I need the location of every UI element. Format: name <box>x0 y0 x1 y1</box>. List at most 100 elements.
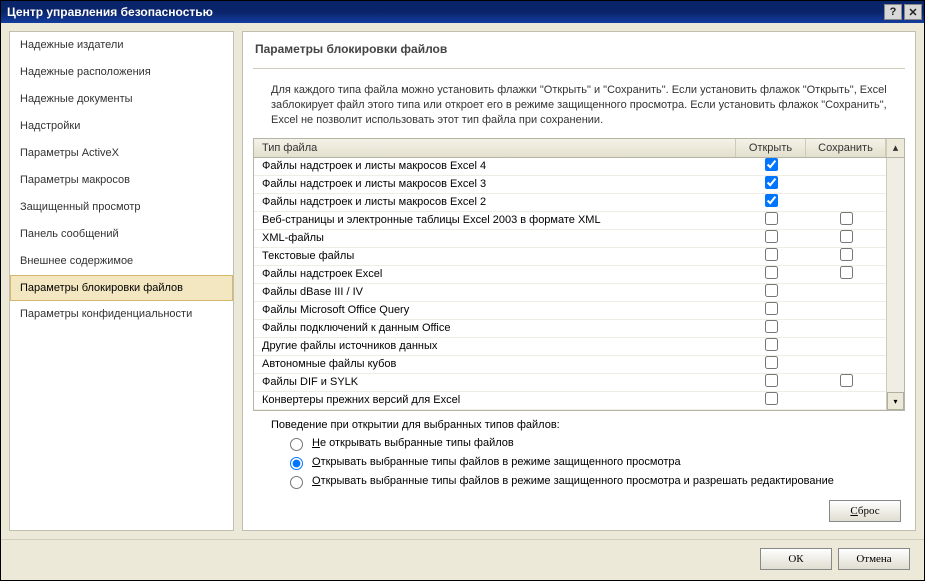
open-cell <box>736 266 806 282</box>
behavior-label[interactable]: Открывать выбранные типы файлов в режиме… <box>312 475 834 487</box>
open-cell <box>736 302 806 318</box>
save-cell <box>806 248 886 264</box>
scrollbar[interactable]: ▾ <box>886 158 904 410</box>
dialog-footer: ОК Отмена <box>1 539 924 580</box>
sidebar-item[interactable]: Внешнее содержимое <box>10 248 233 275</box>
open-cell <box>736 212 806 228</box>
titlebar: Центр управления безопасностью ? ✕ <box>1 1 924 23</box>
sidebar-item[interactable]: Параметры конфиденциальности <box>10 301 233 328</box>
open-checkbox[interactable] <box>765 356 778 369</box>
table-header: Тип файла Открыть Сохранить ▴ <box>254 139 904 158</box>
open-checkbox[interactable] <box>765 284 778 297</box>
table-row: Файлы надстроек и листы макросов Excel 3 <box>254 176 886 194</box>
file-type-name: Файлы надстроек Excel <box>254 268 736 280</box>
open-cell <box>736 158 806 174</box>
sidebar-item[interactable]: Надежные документы <box>10 86 233 113</box>
file-type-name: Файлы надстроек и листы макросов Excel 4 <box>254 160 736 172</box>
sidebar-item[interactable]: Параметры блокировки файлов <box>10 275 233 301</box>
inner-footer: Сброс <box>253 496 905 522</box>
table-row: Файлы надстроек и листы макросов Excel 2 <box>254 194 886 212</box>
file-type-name: Другие файлы источников данных <box>254 340 736 352</box>
behavior-title: Поведение при открытии для выбранных тип… <box>271 419 901 431</box>
table-row: Файлы DIF и SYLK <box>254 374 886 392</box>
open-cell <box>736 356 806 372</box>
save-checkbox[interactable] <box>840 230 853 243</box>
sidebar-item[interactable]: Панель сообщений <box>10 221 233 248</box>
open-cell <box>736 284 806 300</box>
open-checkbox[interactable] <box>765 374 778 387</box>
section-title: Параметры блокировки файлов <box>253 40 905 64</box>
scroll-up-header[interactable]: ▴ <box>886 139 904 157</box>
open-checkbox[interactable] <box>765 212 778 225</box>
content-area: Надежные издателиНадежные расположенияНа… <box>1 23 924 539</box>
sidebar-item[interactable]: Защищенный просмотр <box>10 194 233 221</box>
column-header-open[interactable]: Открыть <box>736 139 806 157</box>
scroll-thumb[interactable] <box>887 158 904 392</box>
behavior-label[interactable]: Не открывать выбранные типы файлов <box>312 437 514 449</box>
table-row: Другие файлы источников данных <box>254 338 886 356</box>
save-checkbox[interactable] <box>840 212 853 225</box>
open-checkbox[interactable] <box>765 266 778 279</box>
help-icon: ? <box>890 6 897 18</box>
file-type-name: Файлы надстроек и листы макросов Excel 2 <box>254 196 736 208</box>
window-title: Центр управления безопасностью <box>7 5 213 19</box>
open-checkbox[interactable] <box>765 230 778 243</box>
file-type-name: Текстовые файлы <box>254 250 736 262</box>
file-type-name: Файлы Microsoft Office Query <box>254 304 736 316</box>
sidebar-item[interactable]: Параметры макросов <box>10 167 233 194</box>
open-checkbox[interactable] <box>765 392 778 405</box>
open-cell <box>736 320 806 336</box>
save-cell <box>806 230 886 246</box>
close-button[interactable]: ✕ <box>904 4 922 20</box>
open-cell <box>736 194 806 210</box>
sidebar-item[interactable]: Параметры ActiveX <box>10 140 233 167</box>
cancel-button[interactable]: Отмена <box>838 548 910 570</box>
open-cell <box>736 374 806 390</box>
behavior-label[interactable]: Открывать выбранные типы файлов в режиме… <box>312 456 681 468</box>
dialog-window: Центр управления безопасностью ? ✕ Надеж… <box>0 0 925 581</box>
file-type-name: Файлы надстроек и листы макросов Excel 3 <box>254 178 736 190</box>
scroll-down-button[interactable]: ▾ <box>887 392 904 410</box>
open-cell <box>736 392 806 408</box>
behavior-section: Поведение при открытии для выбранных тип… <box>253 411 905 496</box>
sidebar-item[interactable]: Надежные издатели <box>10 32 233 59</box>
table-row: Файлы надстроек Excel <box>254 266 886 284</box>
save-cell <box>806 374 886 390</box>
table-row: Автономные файлы кубов <box>254 356 886 374</box>
column-header-save[interactable]: Сохранить <box>806 139 886 157</box>
sidebar-item[interactable]: Надежные расположения <box>10 59 233 86</box>
behavior-radio[interactable] <box>290 438 303 451</box>
behavior-option: Открывать выбранные типы файлов в режиме… <box>285 454 901 470</box>
ok-button[interactable]: ОК <box>760 548 832 570</box>
behavior-option: Не открывать выбранные типы файлов <box>285 435 901 451</box>
main-panel: Параметры блокировки файлов Для каждого … <box>242 31 916 531</box>
table-row: Конвертеры прежних версий для Excel <box>254 392 886 410</box>
save-checkbox[interactable] <box>840 248 853 261</box>
save-checkbox[interactable] <box>840 266 853 279</box>
column-header-type[interactable]: Тип файла <box>254 139 736 157</box>
reset-button[interactable]: Сброс <box>829 500 901 522</box>
behavior-radio[interactable] <box>290 476 303 489</box>
behavior-radio[interactable] <box>290 457 303 470</box>
table-row: Файлы надстроек и листы макросов Excel 4 <box>254 158 886 176</box>
table-row: Текстовые файлы <box>254 248 886 266</box>
reset-label-rest: брос <box>858 505 880 517</box>
save-checkbox[interactable] <box>840 374 853 387</box>
save-cell <box>806 266 886 282</box>
open-cell <box>736 338 806 354</box>
file-type-name: Файлы DIF и SYLK <box>254 376 736 388</box>
close-icon: ✕ <box>908 6 917 19</box>
open-cell <box>736 248 806 264</box>
sidebar-item[interactable]: Надстройки <box>10 113 233 140</box>
open-checkbox[interactable] <box>765 320 778 333</box>
open-checkbox[interactable] <box>765 248 778 261</box>
open-checkbox[interactable] <box>765 302 778 315</box>
open-checkbox[interactable] <box>765 158 778 171</box>
open-checkbox[interactable] <box>765 338 778 351</box>
help-button[interactable]: ? <box>884 4 902 20</box>
open-checkbox[interactable] <box>765 176 778 189</box>
open-checkbox[interactable] <box>765 194 778 207</box>
file-type-name: Автономные файлы кубов <box>254 358 736 370</box>
table-row: Файлы dBase III / IV <box>254 284 886 302</box>
table-row: Веб-страницы и электронные таблицы Excel… <box>254 212 886 230</box>
